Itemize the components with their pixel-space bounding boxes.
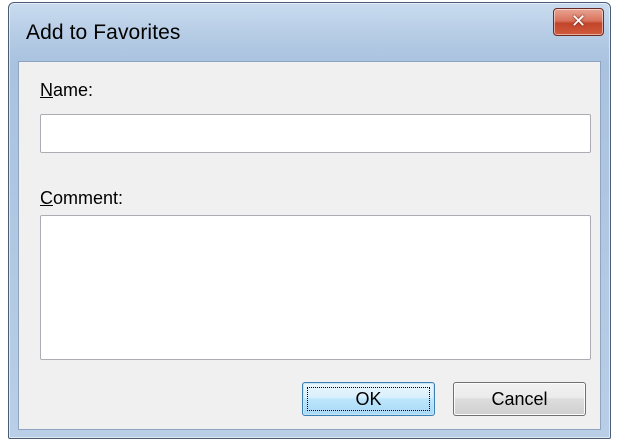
comment-label: Comment:	[40, 188, 123, 209]
close-button[interactable]: ✕	[553, 8, 604, 36]
add-to-favorites-dialog: Add to Favorites ✕ Name: Comment: OK Can…	[8, 2, 611, 439]
dialog-body: Name: Comment: OK Cancel	[18, 61, 601, 430]
name-label: Name:	[40, 80, 93, 101]
name-label-accelerator: N	[40, 80, 53, 100]
cancel-button[interactable]: Cancel	[453, 382, 586, 416]
ok-button[interactable]: OK	[302, 382, 435, 416]
comment-textarea[interactable]	[40, 215, 591, 360]
close-icon: ✕	[570, 11, 587, 32]
comment-label-accelerator: C	[40, 188, 53, 208]
comment-label-text: omment:	[53, 188, 124, 208]
cancel-button-label: Cancel	[491, 388, 548, 409]
ok-button-label: OK	[355, 388, 382, 409]
title-bar[interactable]: Add to Favorites ✕	[9, 3, 610, 61]
name-label-text: ame:	[53, 80, 94, 100]
window-title: Add to Favorites	[26, 21, 181, 44]
name-input[interactable]	[40, 114, 591, 153]
